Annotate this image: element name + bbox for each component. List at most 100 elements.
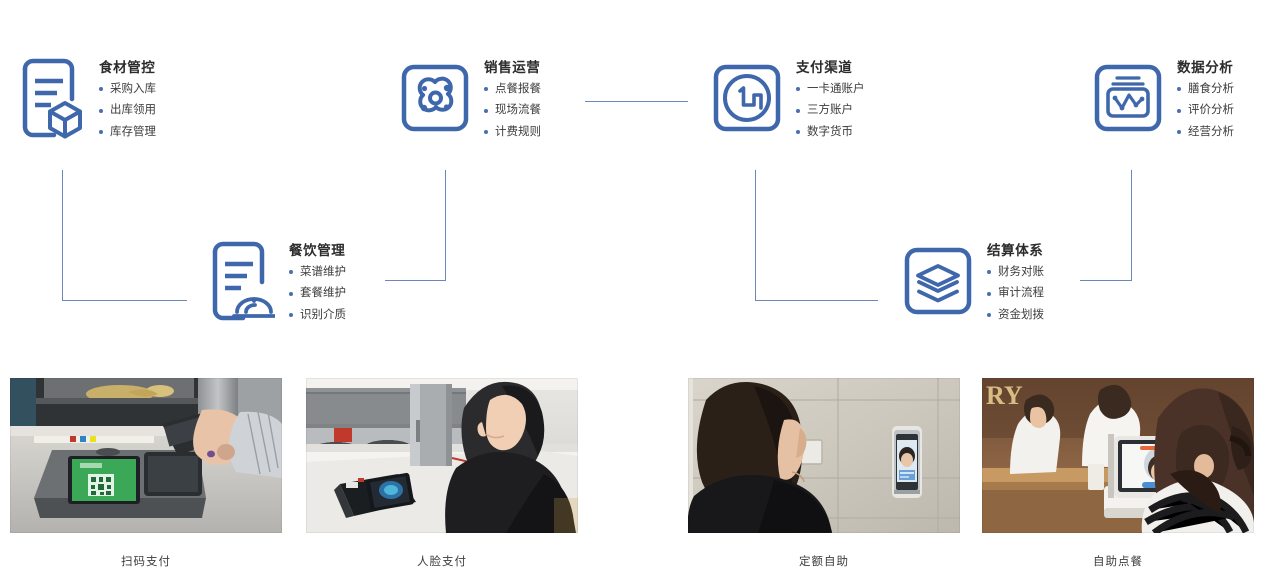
photo-scan-pay[interactable]	[10, 378, 282, 533]
bullet-dot-icon	[1177, 87, 1181, 92]
module-text-block: 结算体系 财务对账 审计流程 资金划拨	[987, 238, 1044, 321]
gallery-item-fixed-amount[interactable]: 定额自助	[688, 378, 960, 569]
module-list-item[interactable]: 数字货币	[796, 125, 865, 139]
module-list-item[interactable]: 资金划拨	[987, 308, 1044, 322]
connector-vertical-analysis	[1131, 170, 1132, 280]
module-list-item[interactable]: 套餐维护	[289, 287, 346, 300]
module-data-analysis[interactable]: 数据分析 膳食分析 评价分析 经营分析	[1093, 55, 1234, 141]
module-text-block: 数据分析 膳食分析 评价分析 经营分析	[1177, 55, 1234, 138]
gallery-item-face-pay[interactable]: 人脸支付	[306, 378, 578, 569]
module-item-list: 一卡通账户 三方账户 数字货币	[796, 82, 865, 139]
gallery-item-scan-pay[interactable]: 扫码支付	[10, 378, 282, 569]
module-list-item[interactable]: 审计流程	[987, 287, 1044, 300]
module-list-item-label: 菜谱维护	[300, 265, 346, 278]
bullet-dot-icon	[987, 291, 991, 296]
photo-caption: 人脸支付	[417, 556, 467, 568]
module-list-item-label: 资金划拨	[998, 308, 1044, 321]
module-list-item-label: 经营分析	[1188, 125, 1234, 138]
module-title: 支付渠道	[796, 60, 853, 75]
module-list-item-label: 财务对账	[998, 265, 1044, 278]
connector-horizontal-analysis	[1080, 280, 1132, 281]
module-text-block: 餐饮管理 菜谱维护 套餐维护 识别介质	[289, 238, 346, 321]
module-list-item-label: 采购入库	[110, 82, 156, 95]
module-list-item[interactable]: 采购入库	[99, 82, 156, 96]
bullet-dot-icon	[796, 130, 800, 135]
module-title: 数据分析	[1177, 60, 1234, 75]
module-list-item-label: 识别介质	[300, 308, 346, 321]
gallery-item-self-order[interactable]: RY 自助点餐	[982, 378, 1254, 569]
module-list-item[interactable]: 识别介质	[289, 308, 346, 322]
module-list-item[interactable]: 出库领用	[99, 104, 156, 117]
module-item-list: 财务对账 审计流程 资金划拨	[987, 265, 1044, 322]
bullet-dot-icon	[1177, 108, 1181, 113]
module-text-block: 销售运营 点餐报餐 现场流餐 计费规则	[484, 55, 541, 138]
module-list-item-label: 三方账户	[807, 104, 853, 116]
module-list-item[interactable]: 膳食分析	[1177, 82, 1234, 96]
module-list-item[interactable]: 点餐报餐	[484, 82, 541, 96]
module-list-item[interactable]: 计费规则	[484, 125, 541, 139]
diagram-canvas: 食材管控 采购入库 出库领用 库存管理 销售运营 点餐报餐 现场流餐 计费规则 …	[0, 0, 1268, 577]
module-list-item[interactable]: 菜谱维护	[289, 265, 346, 279]
bullet-dot-icon	[99, 108, 103, 113]
module-item-list: 膳食分析 评价分析 经营分析	[1177, 82, 1234, 139]
connector-horizontal-left-outer	[62, 300, 187, 301]
atom-icon	[400, 55, 470, 141]
bullet-dot-icon	[289, 270, 293, 275]
module-title: 结算体系	[987, 243, 1044, 258]
photo-caption: 自助点餐	[1093, 556, 1143, 568]
bullet-dot-icon	[289, 313, 293, 318]
connector-horizontal-payment	[755, 300, 878, 301]
module-list-item[interactable]: 库存管理	[99, 125, 156, 139]
module-item-list: 采购入库 出库领用 库存管理	[99, 82, 156, 139]
module-list-item[interactable]: 经营分析	[1177, 125, 1234, 139]
bullet-dot-icon	[1177, 130, 1181, 135]
bullet-dot-icon	[484, 108, 488, 113]
photo-face-pay[interactable]	[306, 378, 578, 533]
connector-vertical-sales	[445, 170, 446, 280]
module-list-item-label: 库存管理	[110, 125, 156, 138]
bullet-dot-icon	[484, 87, 488, 92]
module-catering-management[interactable]: 餐饮管理 菜谱维护 套餐维护 识别介质	[205, 238, 346, 324]
module-list-item[interactable]: 财务对账	[987, 265, 1044, 279]
module-list-item[interactable]: 三方账户	[796, 104, 865, 117]
module-text-block: 支付渠道 一卡通账户 三方账户 数字货币	[796, 55, 865, 138]
module-sales-operation[interactable]: 销售运营 点餐报餐 现场流餐 计费规则	[400, 55, 541, 141]
module-list-item-label: 膳食分析	[1188, 82, 1234, 95]
connector-horizontal-sales	[385, 280, 446, 281]
bullet-dot-icon	[987, 270, 991, 275]
module-list-item-label: 数字货币	[807, 125, 853, 138]
connector-horizontal-sales-stub	[585, 101, 688, 102]
bullet-dot-icon	[99, 130, 103, 135]
module-list-item-label: 套餐维护	[300, 287, 346, 299]
photo-self-order[interactable]: RY	[982, 378, 1254, 533]
module-payment-channel[interactable]: 支付渠道 一卡通账户 三方账户 数字货币	[712, 55, 865, 141]
photo-fixed-amount-self-service[interactable]	[688, 378, 960, 533]
module-item-list: 菜谱维护 套餐维护 识别介质	[289, 265, 346, 322]
layers-icon	[903, 238, 973, 324]
module-list-item-label: 计费规则	[495, 125, 541, 138]
chart-window-icon	[1093, 55, 1163, 141]
module-list-item[interactable]: 现场流餐	[484, 104, 541, 117]
module-ingredient-control[interactable]: 食材管控 采购入库 出库领用 库存管理	[15, 55, 156, 141]
document-dish-icon	[205, 238, 275, 324]
module-list-item-label: 一卡通账户	[807, 82, 865, 95]
bullet-dot-icon	[796, 87, 800, 92]
bullet-dot-icon	[987, 313, 991, 318]
photo-gallery: 扫码支付 人脸支付 定额自助 RY 自助点餐	[0, 378, 1268, 577]
connector-vertical-left-outer	[62, 170, 63, 300]
module-text-block: 食材管控 采购入库 出库领用 库存管理	[99, 55, 156, 138]
module-list-item[interactable]: 评价分析	[1177, 104, 1234, 117]
document-box-icon	[15, 55, 85, 141]
photo-caption: 定额自助	[799, 556, 849, 568]
module-list-item[interactable]: 一卡通账户	[796, 82, 865, 96]
module-list-item-label: 出库领用	[110, 104, 156, 116]
module-item-list: 点餐报餐 现场流餐 计费规则	[484, 82, 541, 139]
module-settlement-system[interactable]: 结算体系 财务对账 审计流程 资金划拨	[903, 238, 1044, 324]
bullet-dot-icon	[484, 130, 488, 135]
module-title: 餐饮管理	[289, 243, 346, 258]
module-list-item-label: 点餐报餐	[495, 82, 541, 95]
svg-text:RY: RY	[986, 381, 1023, 410]
currency-circle-icon	[712, 55, 782, 141]
module-list-item-label: 审计流程	[998, 287, 1044, 299]
bullet-dot-icon	[796, 108, 800, 113]
